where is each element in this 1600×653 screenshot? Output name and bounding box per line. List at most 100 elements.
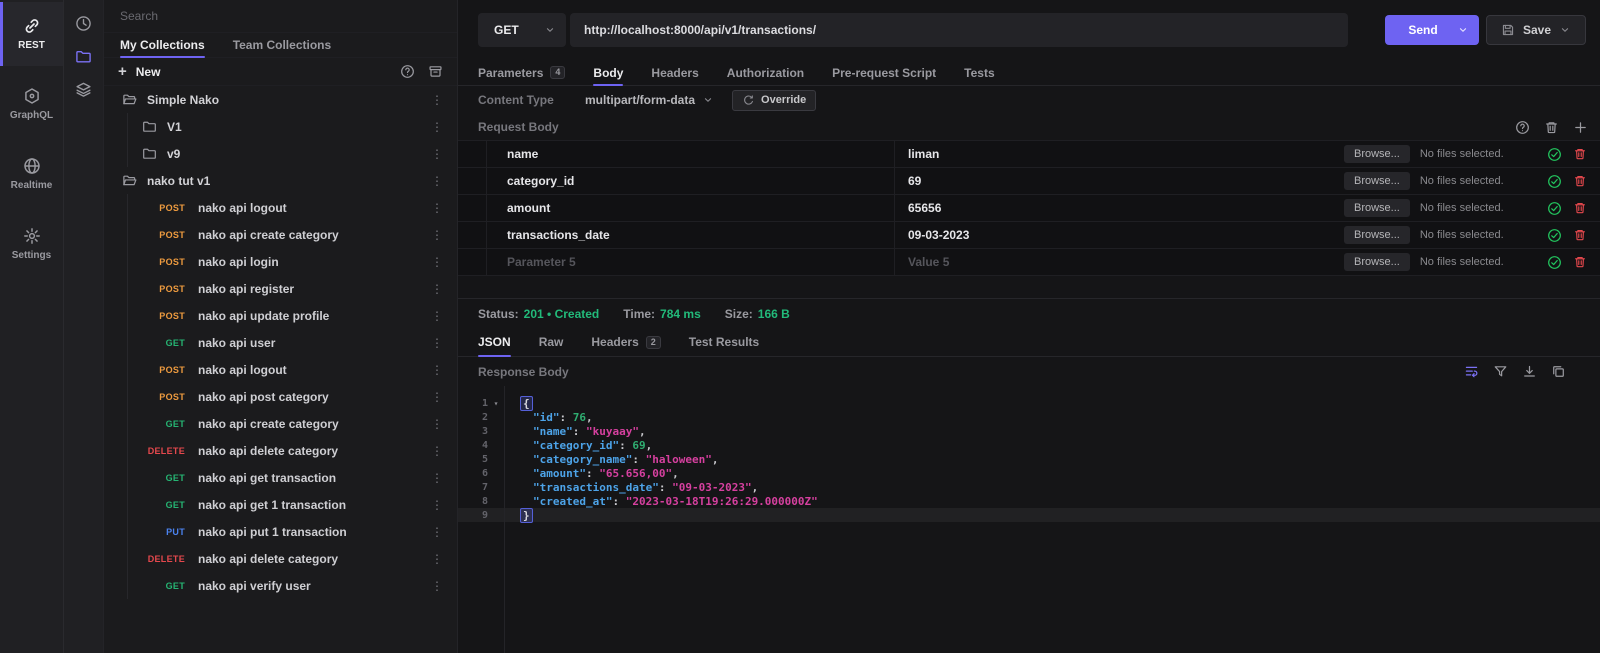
kebab-menu-icon[interactable]: ⋮	[431, 201, 457, 215]
request-item[interactable]: DELETE nako api delete category ⋮	[104, 545, 457, 572]
param-value-field[interactable]: 65656	[895, 195, 1344, 221]
rail-item-settings[interactable]: Settings	[0, 212, 63, 276]
collection-folder[interactable]: Simple Nako ⋮	[104, 86, 457, 113]
browse-file-button[interactable]: Browse...	[1344, 199, 1410, 217]
request-item[interactable]: GET nako api get transaction ⋮	[104, 464, 457, 491]
kebab-menu-icon[interactable]: ⋮	[431, 309, 457, 323]
download-icon[interactable]	[1521, 364, 1537, 380]
param-value-field[interactable]: 09-03-2023	[895, 222, 1344, 248]
trash-icon[interactable]	[1572, 173, 1588, 189]
kebab-menu-icon[interactable]: ⋮	[431, 228, 457, 242]
check-circle-icon[interactable]	[1546, 227, 1562, 243]
param-key-field[interactable]: transactions_date	[487, 222, 895, 248]
url-input[interactable]	[570, 13, 1348, 47]
kebab-menu-icon[interactable]: ⋮	[431, 471, 457, 485]
rail-item-realtime[interactable]: Realtime	[0, 142, 63, 206]
wrap-lines-icon[interactable]	[1463, 364, 1479, 380]
collection-folder[interactable]: v9 ⋮	[104, 140, 457, 167]
request-item[interactable]: GET nako api user ⋮	[104, 329, 457, 356]
request-item[interactable]: POST nako api register ⋮	[104, 275, 457, 302]
kebab-menu-icon[interactable]: ⋮	[431, 363, 457, 377]
new-collection-row[interactable]: + New	[104, 58, 457, 86]
response-body-editor[interactable]: 1▾{2"id": 76,3"name": "kuyaay",4"categor…	[458, 386, 1600, 653]
kebab-menu-icon[interactable]: ⋮	[431, 120, 457, 134]
save-button[interactable]: Save	[1486, 15, 1586, 45]
row-handle[interactable]	[458, 168, 487, 194]
request-item[interactable]: POST nako api update profile ⋮	[104, 302, 457, 329]
kebab-menu-icon[interactable]: ⋮	[431, 147, 457, 161]
fold-arrow-icon[interactable]: ▾	[488, 399, 504, 408]
param-value-field[interactable]: 69	[895, 168, 1344, 194]
request-item[interactable]: PUT nako api put 1 transaction ⋮	[104, 518, 457, 545]
check-circle-icon[interactable]	[1546, 146, 1562, 162]
send-button[interactable]: Send	[1385, 15, 1479, 45]
request-tab-pre-request-script[interactable]: Pre-request Script	[832, 60, 936, 85]
browse-file-button[interactable]: Browse...	[1344, 226, 1410, 244]
subrail-environments-button[interactable]	[73, 78, 95, 100]
row-handle[interactable]	[458, 249, 487, 275]
response-tab-headers[interactable]: Headers 2	[591, 328, 660, 356]
help-icon[interactable]	[1514, 119, 1530, 135]
kebab-menu-icon[interactable]: ⋮	[431, 282, 457, 296]
request-item[interactable]: POST nako api logout ⋮	[104, 356, 457, 383]
request-item[interactable]: GET nako api create category ⋮	[104, 410, 457, 437]
kebab-menu-icon[interactable]: ⋮	[431, 390, 457, 404]
request-tab-authorization[interactable]: Authorization	[727, 60, 804, 85]
help-icon[interactable]	[399, 64, 415, 80]
kebab-menu-icon[interactable]: ⋮	[431, 417, 457, 431]
browse-file-button[interactable]: Browse...	[1344, 253, 1410, 271]
request-item[interactable]: DELETE nako api delete category ⋮	[104, 437, 457, 464]
kebab-menu-icon[interactable]: ⋮	[431, 336, 457, 350]
browse-file-button[interactable]: Browse...	[1344, 145, 1410, 163]
param-value-field[interactable]: Value 5	[895, 249, 1344, 275]
param-key-field[interactable]: category_id	[487, 168, 895, 194]
trash-icon[interactable]	[1572, 200, 1588, 216]
row-handle[interactable]	[458, 141, 487, 167]
row-handle[interactable]	[458, 222, 487, 248]
method-select[interactable]: GET	[478, 13, 566, 47]
param-key-field[interactable]: Parameter 5	[487, 249, 895, 275]
row-handle[interactable]	[458, 195, 487, 221]
request-item[interactable]: POST nako api create category ⋮	[104, 221, 457, 248]
request-tab-parameters[interactable]: Parameters 4	[478, 60, 565, 85]
check-circle-icon[interactable]	[1546, 254, 1562, 270]
check-circle-icon[interactable]	[1546, 200, 1562, 216]
override-button[interactable]: Override	[732, 90, 816, 111]
content-type-select[interactable]: multipart/form-data	[585, 93, 714, 107]
kebab-menu-icon[interactable]: ⋮	[431, 579, 457, 593]
kebab-menu-icon[interactable]: ⋮	[431, 444, 457, 458]
collection-folder[interactable]: V1 ⋮	[104, 113, 457, 140]
param-key-field[interactable]: amount	[487, 195, 895, 221]
param-value-field[interactable]: liman	[895, 141, 1344, 167]
request-item[interactable]: GET nako api verify user ⋮	[104, 572, 457, 599]
response-tab-raw[interactable]: Raw	[539, 328, 564, 356]
request-item[interactable]: GET nako api get 1 transaction ⋮	[104, 491, 457, 518]
response-tab-json[interactable]: JSON	[478, 328, 511, 356]
trash-icon[interactable]	[1572, 227, 1588, 243]
request-tab-headers[interactable]: Headers	[651, 60, 698, 85]
trash-icon[interactable]	[1543, 119, 1559, 135]
plus-icon[interactable]	[1572, 119, 1588, 135]
trash-icon[interactable]	[1572, 254, 1588, 270]
subrail-history-button[interactable]	[73, 12, 95, 34]
kebab-menu-icon[interactable]: ⋮	[431, 174, 457, 188]
archive-icon[interactable]	[427, 64, 443, 80]
kebab-menu-icon[interactable]: ⋮	[431, 93, 457, 107]
request-tab-tests[interactable]: Tests	[964, 60, 994, 85]
request-item[interactable]: POST nako api login ⋮	[104, 248, 457, 275]
search-input[interactable]	[120, 9, 441, 23]
collection-folder[interactable]: nako tut v1 ⋮	[104, 167, 457, 194]
rail-item-graphql[interactable]: GraphQL	[0, 72, 63, 136]
check-circle-icon[interactable]	[1546, 173, 1562, 189]
kebab-menu-icon[interactable]: ⋮	[431, 498, 457, 512]
collections-tab-my-collections[interactable]: My Collections	[120, 33, 205, 57]
request-item[interactable]: POST nako api logout ⋮	[104, 194, 457, 221]
param-key-field[interactable]: name	[487, 141, 895, 167]
copy-icon[interactable]	[1550, 364, 1566, 380]
response-tab-test-results[interactable]: Test Results	[689, 328, 759, 356]
kebab-menu-icon[interactable]: ⋮	[431, 552, 457, 566]
request-item[interactable]: POST nako api post category ⋮	[104, 383, 457, 410]
trash-icon[interactable]	[1572, 146, 1588, 162]
kebab-menu-icon[interactable]: ⋮	[431, 255, 457, 269]
browse-file-button[interactable]: Browse...	[1344, 172, 1410, 190]
